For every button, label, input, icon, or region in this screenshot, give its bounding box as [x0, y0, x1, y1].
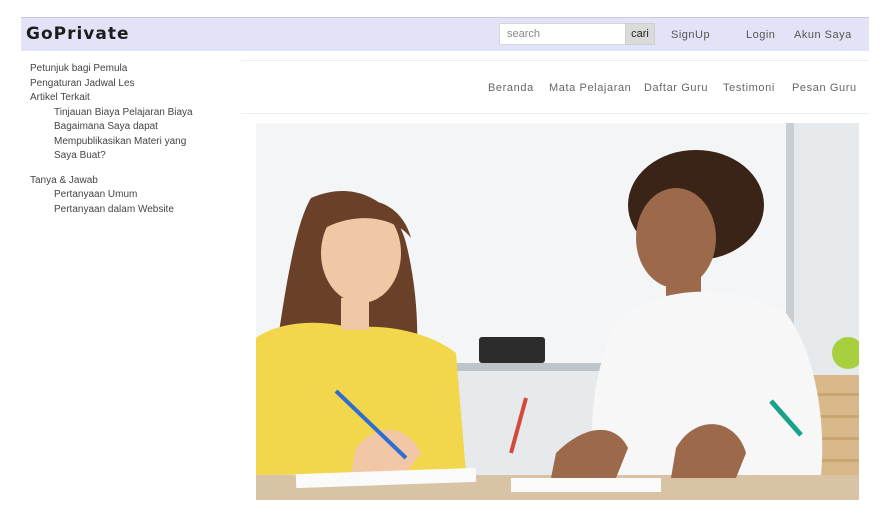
hero-illustration — [256, 123, 859, 500]
sidebar-subitem-publish-line3[interactable]: Saya Buat? — [30, 149, 230, 164]
sidebar-item-related-articles[interactable]: Artikel Terkait — [30, 91, 230, 106]
nav-home[interactable]: Beranda — [488, 82, 534, 94]
login-link[interactable]: Login — [746, 29, 775, 41]
hero-image — [256, 123, 859, 500]
search-input[interactable] — [499, 23, 626, 45]
nav-teacher-messages[interactable]: Pesan Guru — [792, 82, 857, 94]
main-navigation: Beranda Mata Pelajaran Daftar Guru Testi… — [241, 60, 869, 114]
sidebar-subitem-website-questions[interactable]: Pertanyaan dalam Website — [30, 203, 230, 218]
sidebar-subitem-cost-review[interactable]: Tinjauan Biaya Pelajaran Biaya — [30, 106, 230, 121]
nav-teacher-list[interactable]: Daftar Guru — [644, 82, 708, 94]
sidebar-subitem-publish-line2[interactable]: Mempublikasikan Materi yang — [30, 135, 230, 150]
sidebar-item-schedule[interactable]: Pengaturan Jadwal Les — [30, 77, 230, 92]
nav-subjects[interactable]: Mata Pelajaran — [549, 82, 631, 94]
brand-logo[interactable]: GoPrivate — [26, 24, 130, 44]
sidebar-subitem-publish-line1[interactable]: Bagaimana Saya dapat — [30, 120, 230, 135]
top-bar: GoPrivate cari SignUp Login Akun Saya — [21, 17, 869, 51]
nav-testimonials[interactable]: Testimoni — [723, 82, 775, 94]
signup-link[interactable]: SignUp — [671, 29, 710, 41]
sidebar-subitem-general-questions[interactable]: Pertanyaan Umum — [30, 188, 230, 203]
sidebar-item-qa[interactable]: Tanya & Jawab — [30, 174, 230, 189]
sidebar: Petunjuk bagi Pemula Pengaturan Jadwal L… — [30, 62, 230, 217]
sidebar-item-beginner-guide[interactable]: Petunjuk bagi Pemula — [30, 62, 230, 77]
search-button[interactable]: cari — [625, 23, 655, 45]
account-link[interactable]: Akun Saya — [794, 29, 852, 41]
